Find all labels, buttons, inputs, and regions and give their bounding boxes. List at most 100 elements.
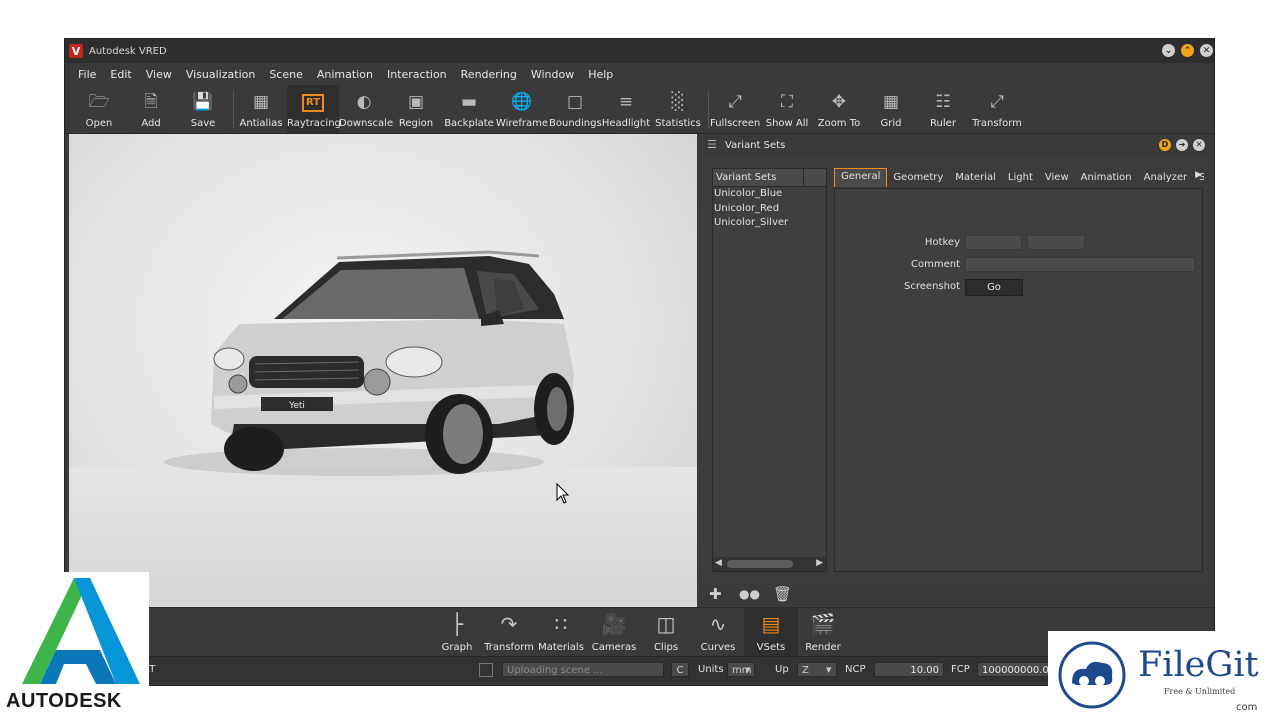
maximize-icon[interactable]: ⌃	[1181, 44, 1194, 57]
filegit-logo-icon	[1058, 641, 1126, 709]
status-bar: RT Uploading scene ... C Units mm ▼ Up Z…	[65, 656, 1214, 684]
list-item[interactable]: Unicolor_Silver	[713, 216, 826, 231]
panel-title: Variant Sets	[725, 139, 786, 151]
dock-curves-button[interactable]: ∿ Curves	[691, 608, 745, 656]
duplicate-variant-icon[interactable]: ●●	[739, 587, 760, 601]
scroll-right-icon[interactable]: ▶	[816, 558, 823, 568]
license-plate-text: Yeti	[288, 401, 305, 411]
boundings-button[interactable]: □ Boundings	[549, 85, 602, 133]
dock-d-icon[interactable]: D	[1159, 139, 1171, 151]
window-title: Autodesk VRED	[89, 45, 167, 57]
minimize-icon[interactable]: ⌄	[1162, 44, 1175, 57]
menu-interaction[interactable]: Interaction	[380, 68, 454, 81]
module-dock: ├ Graph ↷ Transform ∷ Materials 🎥 Camera…	[65, 607, 1214, 656]
menu-help[interactable]: Help	[581, 68, 620, 81]
backplate-button[interactable]: ▬ Backplate	[443, 85, 495, 133]
headlight-button[interactable]: ≡ Headlight	[601, 85, 651, 133]
dock-clips-button[interactable]: ◫ Clips	[639, 608, 693, 656]
screenshot-go-button[interactable]: Go	[965, 279, 1023, 296]
car-render: Yeti	[164, 250, 574, 504]
dock-cameras-button[interactable]: 🎥 Cameras	[587, 608, 641, 656]
tab-light[interactable]: Light	[1002, 168, 1039, 188]
panel-close-icon[interactable]: ✕	[1193, 139, 1205, 151]
console-icon[interactable]	[479, 663, 493, 677]
open-button[interactable]: 🗁 Open	[75, 85, 123, 133]
hotkey-modifier-field[interactable]	[1027, 235, 1085, 250]
wireframe-button[interactable]: 🌐 Wireframe	[495, 85, 549, 133]
ruler-button[interactable]: ☷ Ruler	[919, 85, 967, 133]
ruler-icon: ☷	[935, 92, 951, 112]
variant-list-header[interactable]: Variant Sets	[713, 169, 826, 187]
autodesk-a-logo-icon	[22, 578, 140, 684]
camera-icon: 🎥	[601, 612, 627, 636]
statistics-button[interactable]: ░ Statistics	[653, 85, 703, 133]
transform-icon: ⤢	[990, 92, 1004, 112]
transform-button[interactable]: ⤢ Transform	[969, 85, 1025, 133]
tab-analyzer[interactable]: Analyzer	[1138, 168, 1194, 188]
panel-menu-icon[interactable]: ☰	[707, 138, 717, 151]
menu-animation[interactable]: Animation	[310, 68, 380, 81]
tab-material[interactable]: Material	[949, 168, 1002, 188]
delete-variant-icon[interactable]: 🗑	[773, 585, 792, 603]
toolbar-separator	[233, 91, 234, 129]
title-bar: V Autodesk VRED ⌄ ⌃ ✕	[65, 39, 1214, 63]
dock-graph-button[interactable]: ├ Graph	[430, 608, 484, 656]
toolbar-separator	[708, 91, 709, 129]
list-item[interactable]: Unicolor_Red	[713, 202, 826, 217]
scrollbar-thumb[interactable]	[727, 560, 793, 568]
units-select[interactable]: mm	[727, 662, 755, 677]
dock-materials-button[interactable]: ∷ Materials	[534, 608, 588, 656]
units-dropdown-icon[interactable]: ▼	[745, 666, 750, 674]
graph-icon: ├	[450, 612, 464, 636]
add-button[interactable]: 🗎 Add	[127, 85, 175, 133]
raytracing-button[interactable]: RT Raytracing	[287, 85, 341, 133]
grid-button[interactable]: ▦ Grid	[867, 85, 915, 133]
tab-animation[interactable]: Animation	[1075, 168, 1138, 188]
add-variant-icon[interactable]: ✚	[709, 585, 722, 603]
hotkey-field[interactable]	[965, 235, 1022, 250]
tabs-scroll-right-icon[interactable]: ▶	[1195, 170, 1202, 180]
menu-edit[interactable]: Edit	[103, 68, 138, 81]
filegit-name: FileGit	[1138, 645, 1259, 685]
dock-transform-button[interactable]: ↷ Transform	[482, 608, 536, 656]
units-label: Units	[698, 664, 724, 675]
ncp-label: NCP	[845, 664, 866, 675]
tab-view[interactable]: View	[1039, 168, 1075, 188]
menu-view[interactable]: View	[139, 68, 179, 81]
menu-window[interactable]: Window	[524, 68, 581, 81]
save-button[interactable]: 💾 Save	[179, 85, 227, 133]
fullscreen-icon: ⤢	[728, 92, 742, 112]
fcp-input[interactable]: 100000000.00	[977, 662, 1049, 677]
render-viewport[interactable]: Yeti	[69, 134, 697, 607]
comment-field[interactable]	[965, 257, 1195, 272]
filegit-tagline: Free & Unlimited	[1164, 687, 1236, 696]
menu-visualization[interactable]: Visualization	[179, 68, 262, 81]
region-button[interactable]: ▣ Region	[393, 85, 439, 133]
list-item[interactable]: Unicolor_Blue	[713, 187, 826, 202]
tab-geometry[interactable]: Geometry	[887, 168, 949, 188]
variant-tabs: General Geometry Material Light View Ani…	[834, 168, 1204, 188]
fullscreen-button[interactable]: ⤢ Fullscreen	[710, 85, 760, 133]
undock-arrow-icon[interactable]: ➜	[1176, 139, 1188, 151]
dock-render-button[interactable]: 🎬 Render	[796, 608, 850, 656]
variant-set-list: Variant Sets Unicolor_Blue Unicolor_Red …	[712, 168, 827, 572]
scroll-left-icon[interactable]: ◀	[715, 558, 722, 568]
antialias-button[interactable]: ▦ Antialias	[237, 85, 285, 133]
show-all-button[interactable]: ⛶ Show All	[763, 85, 811, 133]
vsets-icon: ▤	[761, 612, 781, 636]
close-icon[interactable]: ✕	[1200, 44, 1213, 57]
zoom-to-button[interactable]: ✥ Zoom To	[815, 85, 863, 133]
c-button[interactable]: C	[671, 662, 689, 677]
downscale-button[interactable]: ◐ Downscale	[339, 85, 393, 133]
region-icon: ▣	[407, 92, 425, 112]
up-dropdown-icon[interactable]: ▼	[826, 666, 831, 674]
menu-rendering[interactable]: Rendering	[454, 68, 524, 81]
grid-icon: ▦	[882, 92, 900, 112]
dock-vsets-button[interactable]: ▤ VSets	[744, 608, 798, 656]
horizontal-scrollbar[interactable]: ◀ ▶	[713, 557, 826, 571]
tab-general[interactable]: General	[834, 168, 888, 187]
clips-icon: ◫	[656, 612, 676, 636]
ncp-input[interactable]: 10.00	[874, 662, 944, 677]
menu-file[interactable]: File	[71, 68, 103, 81]
menu-scene[interactable]: Scene	[262, 68, 310, 81]
